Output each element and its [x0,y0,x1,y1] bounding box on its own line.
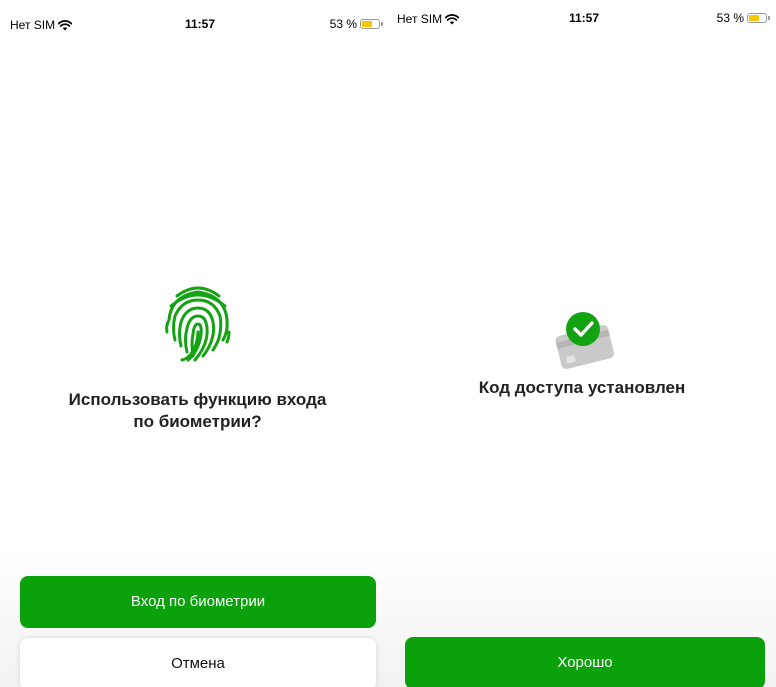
prompt-title-line-2: по биометрии? [133,412,262,431]
status-time: 11:57 [569,11,600,25]
battery-percent: 53 % [716,11,744,25]
status-bar: Нет SIM 11:57 53 % [388,0,776,40]
biometric-prompt-screen: Нет SIM 11:57 53 % Использовать функцию … [0,0,395,687]
battery-level-fill [749,15,759,21]
card-check-icon [555,312,615,369]
carrier-indicator: Нет SIM [10,18,73,32]
carrier-indicator: Нет SIM [397,12,460,26]
passcode-set-title: Код доступа установлен [478,378,686,397]
battery-icon [747,13,767,23]
battery-indicator: 53 % [330,17,383,31]
carrier-label: Нет SIM [397,12,443,26]
fingerprint-icon [165,286,231,362]
app-stage: Нет SIM 11:57 53 % Использовать функцию … [0,0,776,687]
battery-indicator: 53 % [717,11,770,25]
wifi-icon [445,13,460,24]
battery-percent: 53 % [329,17,357,31]
biometric-login-button[interactable]: Вход по биометрии [20,576,376,628]
prompt-title-line-1: Использовать функцию входа [68,390,327,409]
status-bar: Нет SIM 11:57 53 % [0,0,395,40]
wifi-icon [58,19,73,30]
ok-button[interactable]: Хорошо [405,637,765,687]
battery-level-fill [362,21,372,27]
battery-nub [381,22,383,26]
status-time: 11:57 [185,17,216,31]
battery-icon [360,19,380,29]
passcode-set-screen: Нет SIM 11:57 53 % Код доступа установле… [388,0,776,687]
battery-nub [768,16,770,20]
cancel-button[interactable]: Отмена [20,638,376,687]
carrier-label: Нет SIM [10,18,56,32]
